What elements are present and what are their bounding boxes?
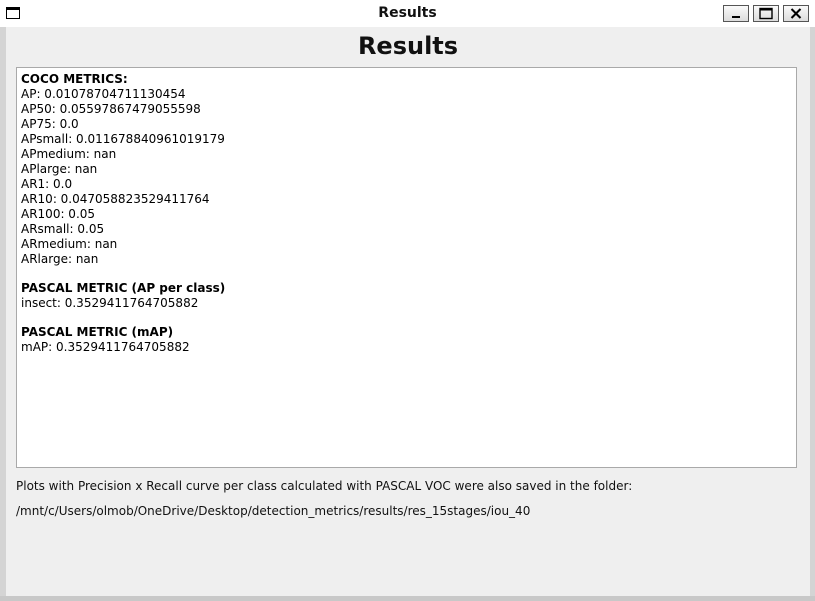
metric-line: AP: 0.01078704711130454 xyxy=(21,87,186,101)
metric-line: AR1: 0.0 xyxy=(21,177,73,191)
close-icon xyxy=(790,8,802,19)
metric-line: AP75: 0.0 xyxy=(21,117,79,131)
metric-line: AR10: 0.047058823529411764 xyxy=(21,192,210,206)
metric-line: AR100: 0.05 xyxy=(21,207,96,221)
pascal-per-class-header: PASCAL METRIC (AP per class) xyxy=(21,281,226,295)
metric-line: mAP: 0.3529411764705882 xyxy=(21,340,190,354)
results-text-area[interactable]: COCO METRICS: AP: 0.01078704711130454 AP… xyxy=(16,67,797,468)
window-content: Results COCO METRICS: AP: 0.010787047111… xyxy=(6,27,810,596)
maximize-button[interactable] xyxy=(753,5,779,22)
metric-line: APmedium: nan xyxy=(21,147,117,161)
metric-line: AP50: 0.05597867479055598 xyxy=(21,102,201,116)
results-window: Results Results COCO METRICS: AP: 0.0107… xyxy=(0,0,815,601)
folder-path-label: /mnt/c/Users/olmob/OneDrive/Desktop/dete… xyxy=(16,504,531,518)
pascal-map-header: PASCAL METRIC (mAP) xyxy=(21,325,174,339)
close-button[interactable] xyxy=(783,5,809,22)
metric-line: ARmedium: nan xyxy=(21,237,118,251)
minimize-button[interactable] xyxy=(723,5,749,22)
title-bar[interactable]: Results xyxy=(0,0,815,27)
metric-line: ARsmall: 0.05 xyxy=(21,222,105,236)
metric-line: ARlarge: nan xyxy=(21,252,99,266)
maximize-icon xyxy=(759,7,773,20)
plots-info-label: Plots with Precision x Recall curve per … xyxy=(16,479,633,493)
metric-line: APsmall: 0.011678840961019179 xyxy=(21,132,225,146)
metric-line: APlarge: nan xyxy=(21,162,98,176)
minimize-icon xyxy=(732,16,740,18)
window-bottom-border xyxy=(0,596,815,601)
page-title: Results xyxy=(357,32,459,60)
metric-line: insect: 0.3529411764705882 xyxy=(21,296,199,310)
window-title: Results xyxy=(378,5,437,21)
coco-metrics-header: COCO METRICS: xyxy=(21,72,128,86)
